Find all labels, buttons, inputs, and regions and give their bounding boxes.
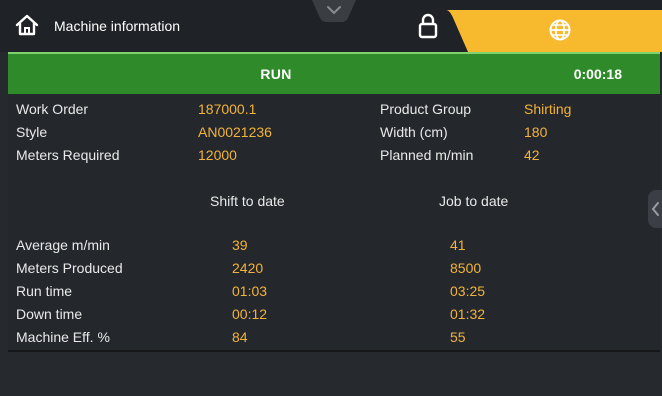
stat-job-value: 55 <box>450 329 466 345</box>
chevron-down-icon[interactable] <box>312 0 356 22</box>
stat-label: Average m/min <box>16 237 110 253</box>
work-order-label: Work Order <box>16 101 89 117</box>
planned-speed-value: 42 <box>524 147 540 163</box>
run-timer: 0:00:18 <box>573 66 622 82</box>
stat-shift-value: 01:03 <box>232 283 268 299</box>
width-label: Width (cm) <box>380 124 448 140</box>
stat-job-value: 8500 <box>450 260 482 276</box>
run-state: RUN <box>260 66 292 82</box>
run-status-bar: RUN 0:00:18 <box>8 52 660 94</box>
product-group-value: Shirting <box>524 101 572 117</box>
product-group-label: Product Group <box>380 101 472 117</box>
home-icon[interactable] <box>15 14 39 36</box>
style-label: Style <box>16 124 48 140</box>
stat-shift-value: 39 <box>232 237 248 253</box>
style-value: AN0021236 <box>198 124 272 140</box>
stat-shift-value: 2420 <box>232 260 264 276</box>
lock-icon[interactable] <box>417 12 439 40</box>
stat-label: Meters Produced <box>16 260 123 276</box>
stat-job-value: 03:25 <box>450 283 486 299</box>
planned-speed-label: Planned m/min <box>380 147 474 163</box>
side-drawer-handle[interactable] <box>648 190 662 228</box>
machine-info-panel: Work Order 187000.1 Style AN0021236 Mete… <box>8 94 660 352</box>
work-order-value: 187000.1 <box>198 101 257 117</box>
shift-to-date-header: Shift to date <box>210 193 285 209</box>
stat-shift-value: 00:12 <box>232 306 268 322</box>
globe-icon[interactable] <box>548 18 572 42</box>
stat-label: Down time <box>16 306 83 322</box>
stat-job-value: 41 <box>450 237 466 253</box>
job-to-date-header: Job to date <box>439 193 509 209</box>
width-value: 180 <box>524 124 548 140</box>
page-title: Machine information <box>54 18 181 34</box>
stat-job-value: 01:32 <box>450 306 486 322</box>
meters-required-value: 12000 <box>198 147 237 163</box>
stat-label: Machine Eff. % <box>16 329 110 345</box>
stat-shift-value: 84 <box>232 329 248 345</box>
stat-label: Run time <box>16 283 73 299</box>
chevron-left-icon <box>651 202 659 216</box>
meters-required-label: Meters Required <box>16 147 120 163</box>
